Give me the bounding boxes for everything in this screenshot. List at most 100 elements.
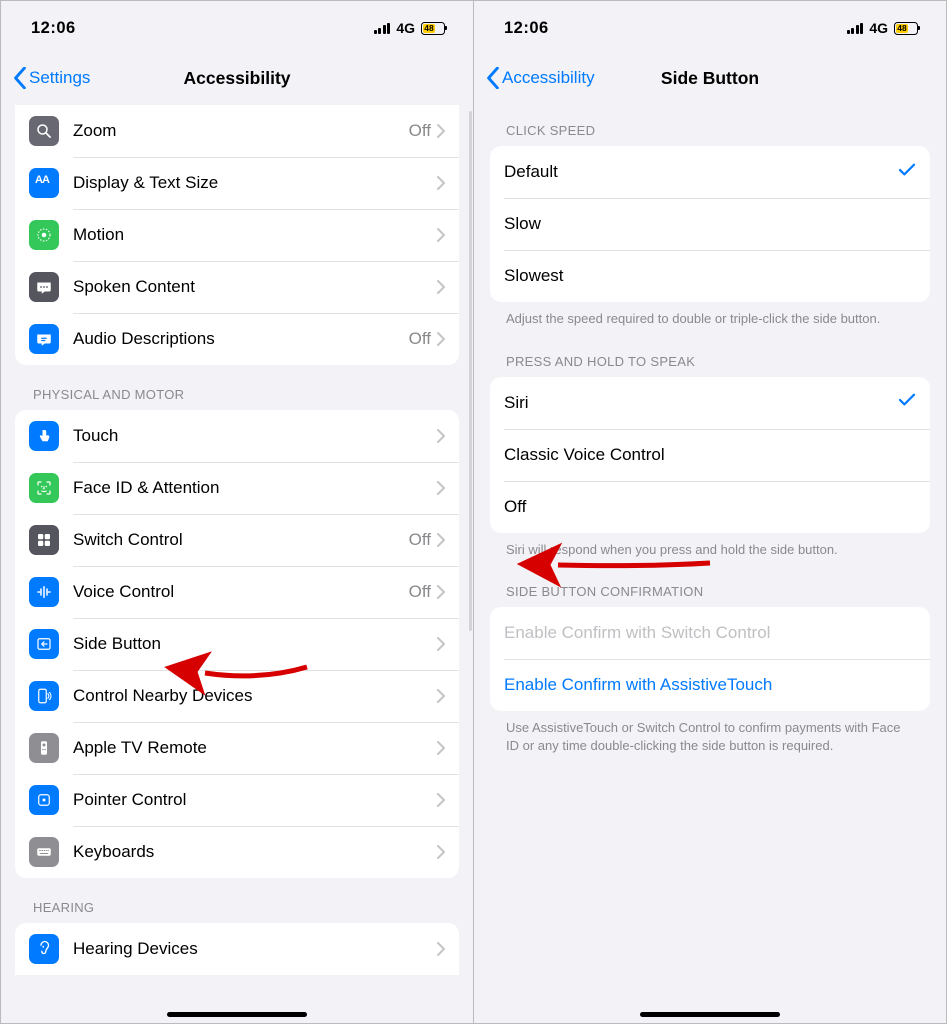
battery-level: 48: [423, 24, 435, 33]
physical-motor-header: Physical and Motor: [1, 365, 473, 410]
physical-motor-group: Touch Face ID & Attention Switch Control…: [15, 410, 459, 878]
chevron-right-icon: [437, 942, 445, 956]
row-label: Spoken Content: [73, 277, 437, 297]
home-indicator: [167, 1012, 307, 1017]
row-label: Side Button: [73, 634, 437, 654]
chevron-right-icon: [437, 481, 445, 495]
row-pointer-control[interactable]: Pointer Control: [15, 774, 459, 826]
zoom-icon: [29, 116, 59, 146]
row-label: Zoom: [73, 121, 409, 141]
chevron-right-icon: [437, 228, 445, 242]
status-time: 12:06: [504, 19, 549, 38]
row-click-default[interactable]: Default: [490, 146, 930, 198]
nav-bar: Settings Accessibility: [1, 55, 473, 101]
row-hold-siri[interactable]: Siri: [490, 377, 930, 429]
back-to-accessibility[interactable]: Accessibility: [486, 67, 595, 89]
row-display-text-size[interactable]: AA Display & Text Size: [15, 157, 459, 209]
row-spoken-content[interactable]: Spoken Content: [15, 261, 459, 313]
scroll-area[interactable]: Zoom Off AA Display & Text Size Motion S…: [1, 101, 473, 1023]
network-type: 4G: [869, 20, 888, 36]
row-motion[interactable]: Motion: [15, 209, 459, 261]
chevron-right-icon: [437, 793, 445, 807]
press-hold-group: Siri Classic Voice Control Off: [490, 377, 930, 533]
scroll-area[interactable]: Click Speed Default Slow Slowest Adjust …: [474, 101, 946, 1023]
status-time: 12:06: [31, 19, 76, 38]
chevron-right-icon: [437, 176, 445, 190]
row-switch-control[interactable]: Switch Control Off: [15, 514, 459, 566]
row-confirm-switch-control: Enable Confirm with Switch Control: [490, 607, 930, 659]
voice-control-icon: [29, 577, 59, 607]
row-value: Off: [409, 329, 431, 349]
row-keyboards[interactable]: Keyboards: [15, 826, 459, 878]
row-side-button[interactable]: Side Button: [15, 618, 459, 670]
row-label: Classic Voice Control: [504, 445, 916, 465]
row-apple-tv-remote[interactable]: Apple TV Remote: [15, 722, 459, 774]
click-speed-footer: Adjust the speed required to double or t…: [474, 302, 946, 332]
chevron-left-icon: [486, 67, 500, 89]
hearing-header: Hearing: [1, 878, 473, 923]
row-label: Slowest: [504, 266, 916, 286]
row-label: Voice Control: [73, 582, 409, 602]
chevron-right-icon: [437, 429, 445, 443]
row-click-slowest[interactable]: Slowest: [490, 250, 930, 302]
nav-bar: Accessibility Side Button: [474, 55, 946, 101]
row-label: Control Nearby Devices: [73, 686, 437, 706]
apple-tv-remote-icon: [29, 733, 59, 763]
row-voice-control[interactable]: Voice Control Off: [15, 566, 459, 618]
click-speed-group: Default Slow Slowest: [490, 146, 930, 302]
row-label: Enable Confirm with AssistiveTouch: [504, 675, 916, 695]
row-label: Default: [504, 162, 898, 182]
checkmark-icon: [898, 393, 916, 412]
vision-group: Zoom Off AA Display & Text Size Motion S…: [15, 105, 459, 365]
row-label: Apple TV Remote: [73, 738, 437, 758]
row-label: Slow: [504, 214, 916, 234]
chevron-right-icon: [437, 124, 445, 138]
back-to-settings[interactable]: Settings: [13, 67, 90, 89]
pointer-control-icon: [29, 785, 59, 815]
scrollbar-indicator: [469, 111, 472, 631]
text-size-icon: AA: [29, 168, 59, 198]
row-hold-classic[interactable]: Classic Voice Control: [490, 429, 930, 481]
row-faceid-attention[interactable]: Face ID & Attention: [15, 462, 459, 514]
row-value: Off: [409, 121, 431, 141]
battery-icon: 48: [894, 22, 918, 35]
spoken-content-icon: [29, 272, 59, 302]
row-confirm-assistivetouch[interactable]: Enable Confirm with AssistiveTouch: [490, 659, 930, 711]
row-label: Switch Control: [73, 530, 409, 550]
chevron-right-icon: [437, 689, 445, 703]
checkmark-icon: [898, 163, 916, 182]
row-control-nearby[interactable]: Control Nearby Devices: [15, 670, 459, 722]
row-touch[interactable]: Touch: [15, 410, 459, 462]
switch-control-icon: [29, 525, 59, 555]
network-type: 4G: [396, 20, 415, 36]
row-value: Off: [409, 582, 431, 602]
hearing-group: Hearing Devices: [15, 923, 459, 975]
row-label: Motion: [73, 225, 437, 245]
status-bar: 12:06 4G 48: [1, 1, 473, 55]
battery-icon: 48: [421, 22, 445, 35]
faceid-icon: [29, 473, 59, 503]
row-hold-off[interactable]: Off: [490, 481, 930, 533]
status-bar: 12:06 4G 48: [474, 1, 946, 55]
battery-level: 48: [896, 24, 908, 33]
row-hearing-devices[interactable]: Hearing Devices: [15, 923, 459, 975]
home-indicator: [640, 1012, 780, 1017]
click-speed-header: Click Speed: [474, 101, 946, 146]
side-button-icon: [29, 629, 59, 659]
row-click-slow[interactable]: Slow: [490, 198, 930, 250]
chevron-left-icon: [13, 67, 27, 89]
row-label: Off: [504, 497, 916, 517]
touch-icon: [29, 421, 59, 451]
row-label: Touch: [73, 426, 437, 446]
row-zoom[interactable]: Zoom Off: [15, 105, 459, 157]
hearing-devices-icon: [29, 934, 59, 964]
row-audio-descriptions[interactable]: Audio Descriptions Off: [15, 313, 459, 365]
back-label: Accessibility: [502, 68, 595, 88]
row-label: Audio Descriptions: [73, 329, 409, 349]
right-screenshot: 12:06 4G 48 Accessibility Side Button Cl…: [473, 1, 946, 1023]
motion-icon: [29, 220, 59, 250]
keyboards-icon: [29, 837, 59, 867]
confirm-group: Enable Confirm with Switch Control Enabl…: [490, 607, 930, 711]
row-label: Hearing Devices: [73, 939, 437, 959]
row-label: Keyboards: [73, 842, 437, 862]
